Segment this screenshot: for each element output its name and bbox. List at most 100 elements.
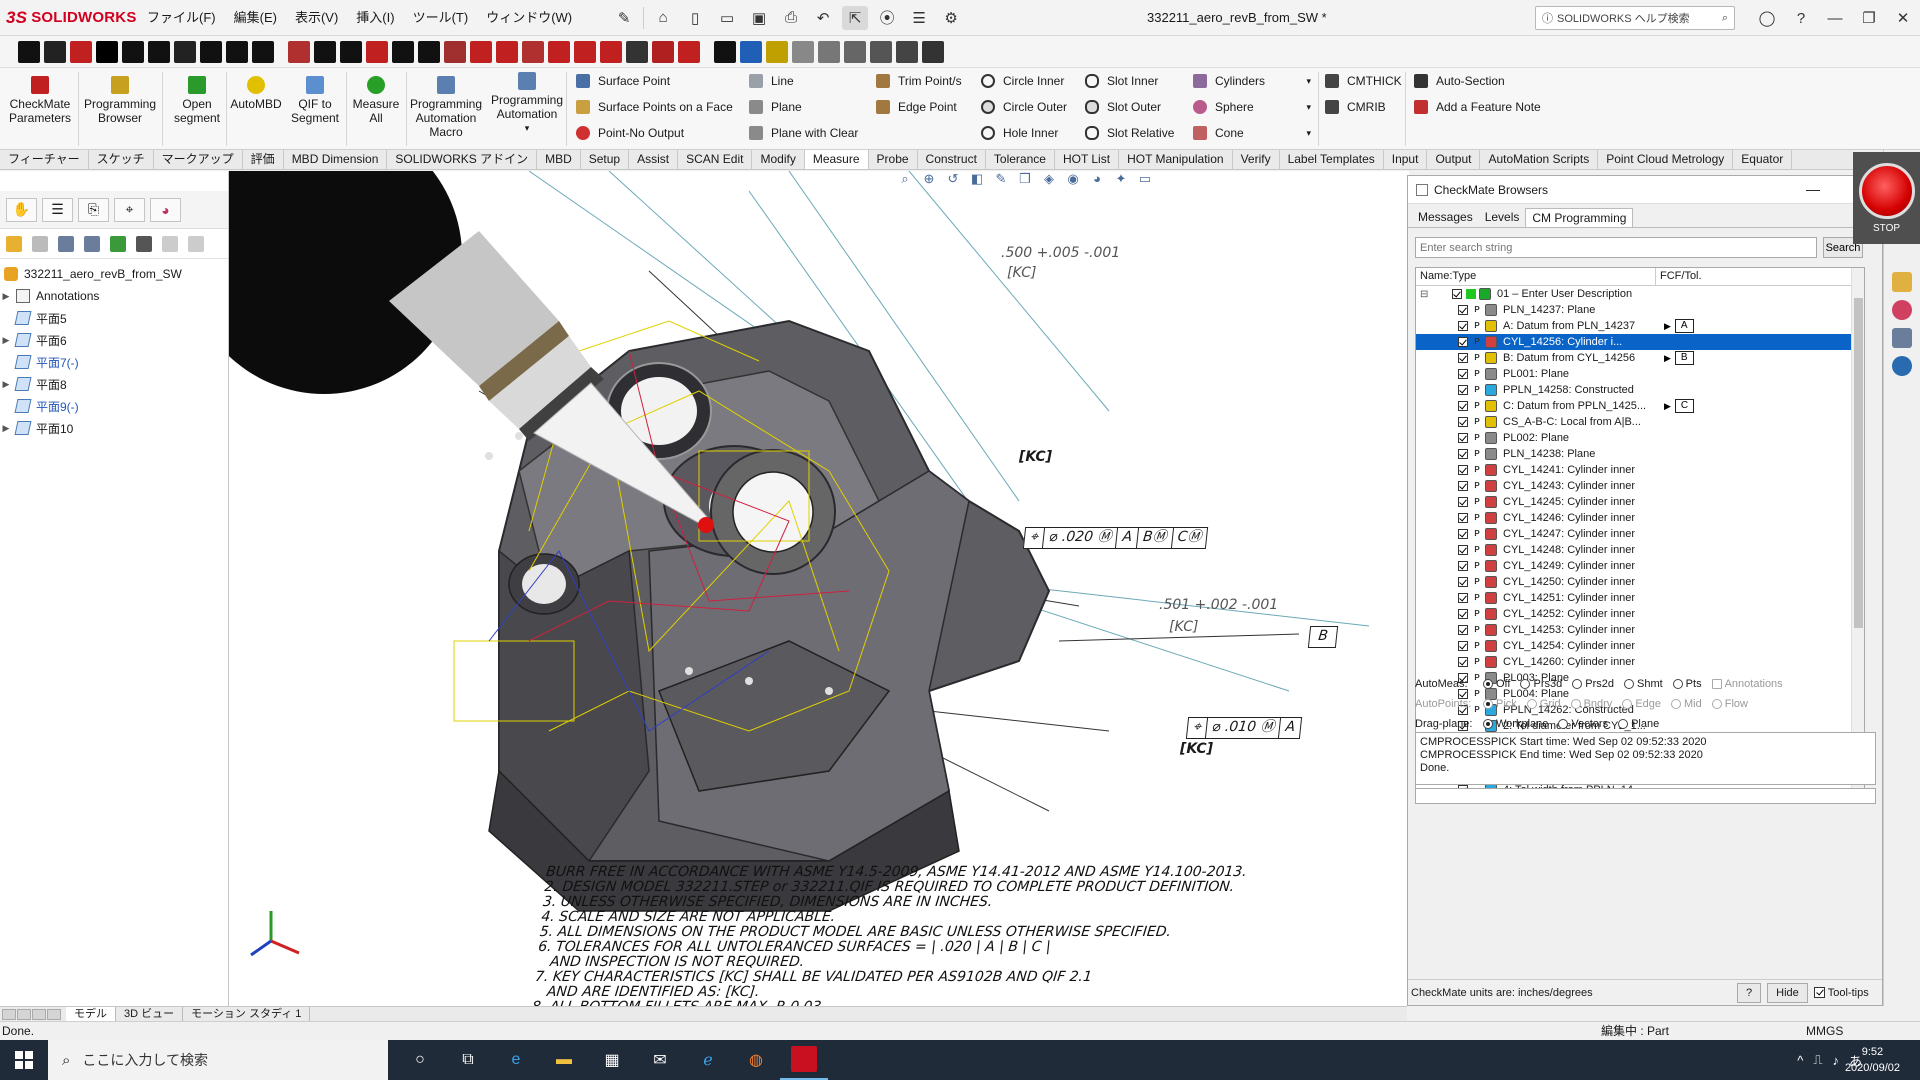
general-notes-annotation[interactable]: BURR FREE IN ACCORDANCE WITH ASME Y14.5-…: [531, 864, 1247, 1006]
toolbar-command-icon[interactable]: [340, 40, 362, 63]
tree-row[interactable]: P CYL_14241: Cylinder inner: [1416, 462, 1864, 478]
new-document-icon[interactable]: ▯: [682, 6, 708, 30]
dimension-annotation-2[interactable]: .501 +.002 -.001: [1159, 597, 1278, 613]
minimize-icon[interactable]: —: [1790, 181, 1836, 198]
row-checkbox[interactable]: [1458, 625, 1468, 635]
row-checkbox[interactable]: [1458, 353, 1468, 363]
tree-row[interactable]: P C: Datum from PPLN_1425... ▶ C: [1416, 398, 1864, 414]
graphics-viewport[interactable]: ⌕ ⊕ ↺ ◧ ✎ ❒ ◈ ◉ ◕ ✦ ▭ .500 +.005 -.001 […: [229, 171, 1409, 1006]
property-manager-tab-icon[interactable]: ☰: [42, 197, 73, 222]
minimize-icon[interactable]: —: [1818, 10, 1852, 27]
autopoints-option[interactable]: Pick: [1483, 698, 1517, 710]
display-style-icon[interactable]: ◈: [1040, 171, 1058, 189]
tree-row[interactable]: P B: Datum from CYL_14256 ▶ B: [1416, 350, 1864, 366]
tab-8[interactable]: Assist: [629, 150, 679, 169]
restore-icon[interactable]: ❐: [1852, 9, 1886, 27]
tab-19[interactable]: Input: [1384, 150, 1428, 169]
tree-row[interactable]: P CYL_14251: Cylinder inner: [1416, 590, 1864, 606]
vertical-scrollbar[interactable]: [1851, 268, 1864, 802]
autopoints-option[interactable]: Edge: [1622, 698, 1661, 710]
toolbar-command-icon[interactable]: [522, 40, 544, 63]
toolbar-command-icon[interactable]: [496, 40, 518, 63]
automeas-option[interactable]: Off: [1483, 678, 1510, 690]
tab-messages[interactable]: Messages: [1412, 208, 1479, 227]
prev-icon[interactable]: [17, 1008, 31, 1020]
toolbar-command-icon[interactable]: [574, 40, 596, 63]
tab-17[interactable]: Verify: [1233, 150, 1280, 169]
plane-button[interactable]: Plane: [749, 97, 802, 117]
toolbar-command-icon[interactable]: [226, 40, 248, 63]
options-gear-icon[interactable]: ⚙: [938, 6, 964, 30]
line-button[interactable]: Line: [749, 71, 794, 91]
row-checkbox[interactable]: [1458, 337, 1468, 347]
tree-item[interactable]: 平面7(-): [0, 351, 228, 373]
traffic-light-icon[interactable]: ⦿: [874, 6, 900, 30]
row-checkbox[interactable]: [1458, 561, 1468, 571]
tab-cm-programming[interactable]: CM Programming: [1525, 208, 1634, 227]
collapse-icon[interactable]: ⊟: [1420, 289, 1432, 300]
command-line-input[interactable]: [1415, 788, 1876, 804]
dimension-icon[interactable]: [58, 235, 74, 252]
point-no-output-button[interactable]: Point-No Output: [576, 123, 684, 143]
dimxpert-tab-icon[interactable]: ⌖: [114, 197, 145, 222]
toolbar-command-icon[interactable]: [122, 40, 144, 63]
store-icon[interactable]: ▦: [588, 1040, 636, 1080]
hide-button[interactable]: Hide: [1767, 982, 1808, 1003]
tree-row[interactable]: P CYL_14254: Cylinder inner: [1416, 638, 1864, 654]
tree-row[interactable]: P CYL_14245: Cylinder inner: [1416, 494, 1864, 510]
scroll-thumb[interactable]: [1854, 298, 1863, 628]
open-folder-icon[interactable]: ▭: [714, 6, 740, 30]
slot-relative-button[interactable]: Slot Relative: [1085, 123, 1174, 143]
plane-with-clear-button[interactable]: Plane with Clear: [749, 123, 858, 143]
row-checkbox[interactable]: [1458, 545, 1468, 555]
menu-tools[interactable]: ツール(T): [404, 0, 478, 36]
tooltips-checkbox[interactable]: Tool-tips: [1813, 987, 1869, 999]
qif-to-segment-button[interactable]: QIF to Segment: [286, 76, 344, 125]
toolbar-command-icon[interactable]: [314, 40, 336, 63]
tree-row[interactable]: P CYL_14243: Cylinder inner: [1416, 478, 1864, 494]
toolbar-command-icon[interactable]: [714, 40, 736, 63]
tab-10[interactable]: Modify: [752, 150, 805, 169]
row-checkbox[interactable]: [1458, 305, 1468, 315]
select-cursor-icon[interactable]: ⇱: [842, 5, 869, 30]
tab-15[interactable]: HOT List: [1055, 150, 1120, 169]
toolbar-command-icon[interactable]: [288, 40, 310, 63]
help-search-input[interactable]: ⓘ SOLIDWORKS ヘルプ検索 ⌕: [1535, 6, 1735, 30]
toolbar-command-icon[interactable]: [844, 40, 866, 63]
surface-point-button[interactable]: Surface Point: [576, 71, 670, 91]
tab-5[interactable]: SOLIDWORKS アドイン: [387, 150, 538, 169]
auto-section-button[interactable]: Auto-Section: [1414, 71, 1505, 91]
save-icon[interactable]: ▣: [746, 6, 772, 30]
display-manager-tab-icon[interactable]: ◕: [150, 197, 181, 222]
automeas-option[interactable]: Shmt: [1623, 678, 1663, 690]
resources-icon[interactable]: [1892, 272, 1912, 292]
toolbar-command-icon[interactable]: [366, 40, 388, 63]
speaker-icon[interactable]: ♪: [1832, 1053, 1839, 1068]
feature-control-frame-2[interactable]: ⌖ ⌀ .010 Ⓜ A: [1185, 717, 1303, 739]
column-name-type[interactable]: Name:Type: [1416, 268, 1656, 285]
note-icon[interactable]: [84, 235, 100, 252]
menu-file[interactable]: ファイル(F): [138, 0, 225, 36]
tab-7[interactable]: Setup: [581, 150, 630, 169]
autopoints-option[interactable]: Flow: [1711, 698, 1748, 710]
close-icon[interactable]: ✕: [1886, 9, 1920, 27]
hide-show-icon[interactable]: ◉: [1064, 171, 1082, 189]
row-checkbox[interactable]: [1452, 289, 1462, 299]
row-checkbox[interactable]: [1458, 385, 1468, 395]
home-icon[interactable]: ⌂: [650, 6, 676, 30]
tab-levels[interactable]: Levels: [1479, 208, 1526, 227]
toolbar-command-icon[interactable]: [18, 40, 40, 63]
toolbar-command-icon[interactable]: [418, 40, 440, 63]
autopoints-option[interactable]: Bndry: [1570, 698, 1612, 710]
print-icon[interactable]: ⎙: [778, 6, 804, 30]
row-checkbox[interactable]: [1458, 481, 1468, 491]
unit-system[interactable]: MMGS: [1806, 1022, 1843, 1040]
appearances-icon[interactable]: [1892, 300, 1912, 320]
tab-18[interactable]: Label Templates: [1280, 150, 1384, 169]
toolbar-command-icon[interactable]: [70, 40, 92, 63]
tab-1[interactable]: スケッチ: [89, 150, 154, 169]
toolbar-command-icon[interactable]: [444, 40, 466, 63]
tab-9[interactable]: SCAN Edit: [678, 150, 753, 169]
tree-root[interactable]: 332211_aero_revB_from_SW: [0, 263, 228, 285]
tab-3d-view[interactable]: 3D ビュー: [116, 1007, 184, 1021]
